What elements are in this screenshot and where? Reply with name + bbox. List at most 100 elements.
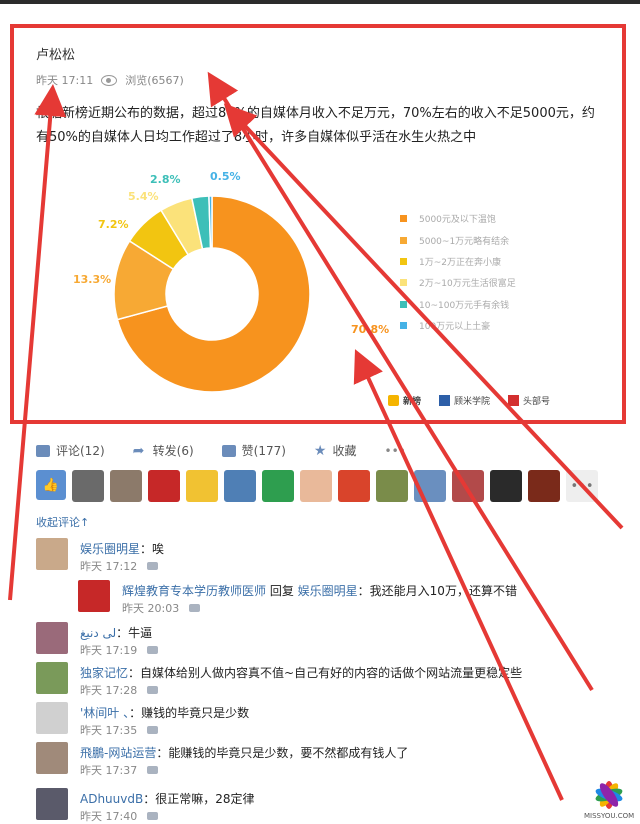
comment-body: ：赚钱的毕竟只是少数 bbox=[129, 706, 250, 720]
legend-label: 5000元及以下温饱 bbox=[419, 215, 496, 226]
legend-swatch bbox=[400, 300, 407, 308]
reply-icon[interactable] bbox=[147, 686, 159, 694]
like-button[interactable]: 赞(177) bbox=[221, 442, 286, 459]
legend-item: 5000元及以下温饱 bbox=[400, 208, 516, 229]
liker-avatar[interactable] bbox=[490, 470, 522, 502]
commenter-name[interactable]: 辉煌教育专本学历教师医师 bbox=[122, 584, 266, 598]
commenter-name[interactable]: 独家记忆 bbox=[80, 666, 128, 680]
liker-avatar[interactable] bbox=[300, 470, 332, 502]
reply-icon[interactable] bbox=[147, 562, 159, 570]
reply-icon[interactable] bbox=[147, 766, 159, 774]
commenter-name[interactable]: '林间叶 、 bbox=[80, 706, 129, 720]
comment-time: 昨天 17:37 bbox=[80, 764, 138, 777]
liker-avatar[interactable] bbox=[528, 470, 560, 502]
brand-row: 新榜 顾米学院 头部号 bbox=[388, 394, 550, 407]
legend-item: 100万元以上土豪 bbox=[400, 315, 516, 336]
brand-toubu: 头部号 bbox=[508, 394, 550, 407]
commenter-avatar[interactable] bbox=[36, 788, 68, 820]
data-label: 2.8% bbox=[150, 173, 181, 186]
comment-button[interactable]: 评论(12) bbox=[36, 442, 105, 459]
legend-swatch bbox=[400, 257, 407, 265]
liker-avatar[interactable] bbox=[262, 470, 294, 502]
brand-label: 顾米学院 bbox=[454, 397, 491, 407]
comment-body: ：牛逼 bbox=[116, 626, 153, 640]
donut-chart: 70.8% 13.3% 7.2% 5.4% 2.8% 0.5% bbox=[73, 170, 389, 393]
repost-label: 转发(6) bbox=[152, 444, 194, 458]
reply-icon[interactable] bbox=[147, 812, 159, 820]
more-likers-button[interactable]: ••• bbox=[566, 470, 598, 502]
brand-label: 新榜 bbox=[403, 397, 422, 407]
legend-label: 10~100万元手有余钱 bbox=[419, 300, 510, 311]
collapse-comments-link[interactable]: 收起评论↑ bbox=[36, 514, 89, 530]
repost-button[interactable]: ➦ 转发(6) bbox=[133, 442, 194, 459]
legend-label: 2万~10万元生活很富足 bbox=[419, 279, 516, 290]
thumbs-up-icon[interactable]: 👍 bbox=[36, 470, 66, 500]
liker-avatar[interactable] bbox=[338, 470, 370, 502]
legend-item: 2万~10万元生活很富足 bbox=[400, 272, 516, 293]
data-label: 0.5% bbox=[210, 170, 241, 183]
liker-avatar[interactable] bbox=[110, 470, 142, 502]
commenter-name[interactable]: 娱乐圈明星 bbox=[80, 542, 140, 556]
comment-text-line: 飛鵬-网站运营：能赚钱的毕竟只是少数，要不然都成有钱人了 bbox=[80, 744, 408, 761]
data-label: 7.2% bbox=[98, 218, 129, 231]
comment-meta: 昨天 17:19 bbox=[80, 642, 159, 658]
comment-body: ：唉 bbox=[140, 542, 165, 556]
like-label: 赞(177) bbox=[241, 444, 286, 458]
comment-time: 昨天 20:03 bbox=[122, 602, 180, 615]
comment-body: ：我还能月入10万，还算不错 bbox=[357, 584, 517, 598]
comment-time: 昨天 17:12 bbox=[80, 560, 138, 573]
favorite-button[interactable]: ★ 收藏 bbox=[314, 442, 357, 459]
reply-icon[interactable] bbox=[147, 646, 159, 654]
post-meta: 昨天 17:11 浏览(6567) bbox=[36, 72, 184, 88]
commenter-name[interactable]: لى دنيغ bbox=[80, 626, 116, 640]
gumi-logo-icon bbox=[439, 395, 451, 406]
data-label: 70.8% bbox=[351, 323, 389, 336]
legend-swatch bbox=[400, 236, 407, 244]
comment-icon bbox=[36, 444, 50, 457]
liker-list: 👍 ••• bbox=[36, 470, 598, 502]
comment-text-line: 辉煌教育专本学历教师医师 回复 娱乐圈明星：我还能月入10万，还算不错 bbox=[122, 582, 517, 599]
comment-text-line: لى دنيغ：牛逼 bbox=[80, 624, 152, 641]
comment-text-line: '林间叶 、：赚钱的毕竟只是少数 bbox=[80, 704, 249, 721]
comment-meta: 昨天 17:12 bbox=[80, 558, 159, 574]
more-label: ••• bbox=[384, 443, 406, 458]
top-bar bbox=[0, 0, 640, 4]
post-body: 根据新榜近期公布的数据，超过80%的自媒体月收入不足万元，70%左右的收入不足5… bbox=[36, 106, 595, 145]
commenter-avatar[interactable] bbox=[36, 622, 68, 654]
star-icon: ★ bbox=[313, 442, 327, 459]
view-count: 浏览(6567) bbox=[125, 74, 184, 87]
watermark-logo bbox=[595, 781, 623, 809]
commenter-name[interactable]: 飛鵬-网站运营 bbox=[80, 746, 156, 760]
liker-avatar[interactable] bbox=[224, 470, 256, 502]
comment-meta: 昨天 17:28 bbox=[80, 682, 159, 698]
commenter-avatar[interactable] bbox=[78, 580, 110, 612]
arrow-line bbox=[353, 349, 564, 801]
commenter-avatar[interactable] bbox=[36, 538, 68, 570]
repost-icon: ➦ bbox=[132, 442, 145, 459]
more-button[interactable]: ••• bbox=[385, 444, 406, 458]
brand-label: 头部号 bbox=[523, 397, 551, 407]
post-time: 昨天 17:11 bbox=[36, 74, 94, 87]
liker-avatar[interactable] bbox=[452, 470, 484, 502]
commenter-name[interactable]: ADhuuvdB bbox=[80, 792, 143, 806]
liker-avatar[interactable] bbox=[376, 470, 408, 502]
action-bar: 评论(12) ➦ 转发(6) 赞(177) ★ 收藏 ••• bbox=[36, 442, 434, 459]
legend-item: 1万~2万正在奔小康 bbox=[400, 251, 516, 272]
chart-legend: 5000元及以下温饱 5000~1万元略有结余 1万~2万正在奔小康 2万~10万元生… bbox=[400, 208, 516, 336]
liker-avatar[interactable] bbox=[148, 470, 180, 502]
liker-avatar[interactable] bbox=[414, 470, 446, 502]
reply-target-name[interactable]: 娱乐圈明星 bbox=[298, 584, 358, 598]
data-label: 5.4% bbox=[128, 190, 159, 203]
liker-avatar[interactable] bbox=[72, 470, 104, 502]
comment-body: ：能赚钱的毕竟只是少数，要不然都成有钱人了 bbox=[156, 746, 409, 760]
data-label: 13.3% bbox=[73, 273, 111, 286]
legend-swatch bbox=[400, 215, 407, 223]
commenter-avatar[interactable] bbox=[36, 702, 68, 734]
reply-icon[interactable] bbox=[147, 726, 159, 734]
commenter-avatar[interactable] bbox=[36, 742, 68, 774]
post-author[interactable]: 卢松松 bbox=[36, 44, 75, 63]
comment-time: 昨天 17:28 bbox=[80, 684, 138, 697]
commenter-avatar[interactable] bbox=[36, 662, 68, 694]
reply-icon[interactable] bbox=[189, 604, 201, 612]
liker-avatar[interactable] bbox=[186, 470, 218, 502]
